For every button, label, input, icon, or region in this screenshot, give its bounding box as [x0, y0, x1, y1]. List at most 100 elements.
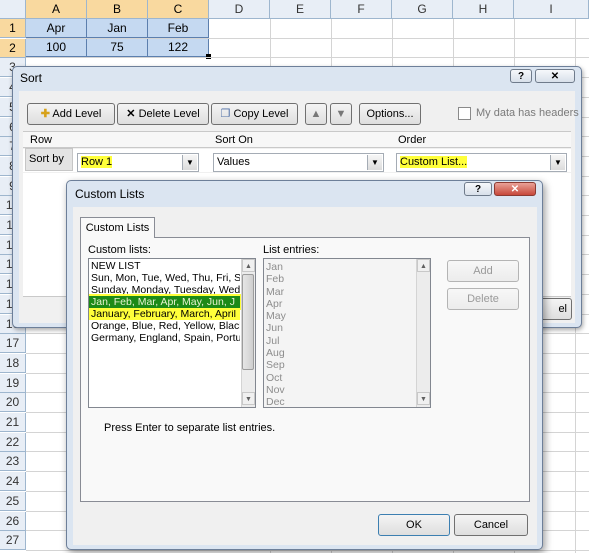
- add-button[interactable]: Add: [447, 260, 519, 282]
- custom-lists-listbox[interactable]: NEW LIST Sun, Mon, Tue, Wed, Thu, Fri, S…: [88, 258, 256, 408]
- delete-icon: ✕: [126, 108, 136, 120]
- gridline: [26, 57, 589, 59]
- row-header[interactable]: 1: [0, 19, 26, 38]
- custom-lists-scrollbar[interactable]: ▲ ▼: [241, 259, 255, 407]
- sort-on-select[interactable]: Values ▼: [213, 153, 384, 172]
- cancel-button[interactable]: Cancel: [454, 514, 528, 536]
- row-header[interactable]: 27: [0, 531, 26, 551]
- custom-lists-body: Custom Lists Custom lists: List entries:…: [73, 207, 537, 545]
- list-item-new-list[interactable]: NEW LIST: [89, 260, 240, 272]
- scrollbar-thumb[interactable]: [242, 274, 254, 370]
- custom-lists-help-button[interactable]: ?: [464, 182, 492, 196]
- chevron-down-icon: ▼: [182, 155, 197, 170]
- sort-close-button[interactable]: ✕: [535, 69, 575, 83]
- options-button[interactable]: Options...: [359, 103, 421, 125]
- delete-level-button[interactable]: ✕ Delete Level: [117, 103, 209, 125]
- list-entry: Oct: [266, 371, 283, 384]
- list-entry: Mar: [266, 285, 285, 298]
- custom-lists-title: Custom Lists: [75, 187, 145, 201]
- arrow-up-icon: ▲: [310, 108, 322, 120]
- scroll-up-icon[interactable]: ▲: [242, 259, 255, 272]
- list-item[interactable]: Orange, Blue, Red, Yellow, Black: [89, 320, 240, 332]
- cell-c2[interactable]: 122: [148, 38, 209, 57]
- row-header[interactable]: 22: [0, 432, 26, 452]
- row-header[interactable]: 17: [0, 334, 26, 354]
- row-header[interactable]: 21: [0, 413, 26, 432]
- row-header[interactable]: 18: [0, 353, 26, 373]
- cell-a1[interactable]: Apr: [26, 19, 87, 38]
- add-level-icon: ✚: [40, 108, 50, 120]
- tab-custom-lists[interactable]: Custom Lists: [80, 217, 155, 238]
- list-entries-textbox[interactable]: Jan Feb Mar Apr May Jun Jul Aug Sep Oct …: [263, 258, 431, 408]
- row-select-value: Row 1: [81, 156, 113, 168]
- column-header-h[interactable]: H: [453, 0, 514, 19]
- list-item[interactable]: Sunday, Monday, Tuesday, Wed: [89, 284, 240, 296]
- sort-columns-header: [23, 131, 571, 148]
- ok-button[interactable]: OK: [378, 514, 450, 536]
- add-level-label: Add Level: [52, 108, 102, 120]
- custom-lists-items: NEW LIST Sun, Mon, Tue, Wed, Thu, Fri, S…: [89, 260, 242, 344]
- copy-icon: ❐: [220, 108, 231, 120]
- order-value: Custom List...: [400, 156, 468, 168]
- sort-on-value: Values: [217, 156, 250, 168]
- list-item[interactable]: Sun, Mon, Tue, Wed, Thu, Fri, S: [89, 272, 240, 284]
- sort-dialog-title: Sort: [20, 71, 43, 85]
- scroll-down-icon[interactable]: ▼: [242, 392, 255, 405]
- row-header[interactable]: 25: [0, 491, 26, 511]
- sort-help-button[interactable]: ?: [510, 69, 532, 83]
- custom-lists-dialog: Custom Lists ? ✕ Custom Lists Custom lis…: [66, 180, 543, 550]
- list-item-selected[interactable]: Jan, Feb, Mar, Apr, May, Jun, J: [89, 294, 242, 310]
- arrow-down-icon: ▼: [335, 108, 347, 120]
- hint-text: Press Enter to separate list entries.: [104, 422, 276, 434]
- scroll-down-icon[interactable]: ▼: [417, 392, 430, 405]
- cell-a2[interactable]: 100: [26, 38, 87, 57]
- list-entry: Apr: [266, 297, 283, 310]
- column-header-i[interactable]: I: [514, 0, 589, 19]
- row-header[interactable]: 26: [0, 511, 26, 531]
- my-data-has-headers-checkbox[interactable]: [458, 107, 471, 120]
- column-sort-on-header: Sort On: [215, 134, 253, 146]
- list-entry: Sep: [266, 359, 285, 372]
- list-entry: Jul: [266, 334, 280, 347]
- list-entry: May: [266, 310, 286, 323]
- copy-level-button[interactable]: ❐ Copy Level: [211, 103, 298, 125]
- list-entry: Jun: [266, 322, 283, 335]
- add-level-button[interactable]: ✚ Add Level: [27, 103, 115, 125]
- list-item[interactable]: Germany, England, Spain, Portu: [89, 332, 240, 344]
- list-entries-items: Jan Feb Mar Apr May Jun Jul Aug Sep Oct …: [264, 261, 414, 407]
- list-entry: Aug: [266, 347, 285, 360]
- row-select[interactable]: Row 1 ▼: [77, 153, 199, 172]
- move-up-button[interactable]: ▲: [305, 103, 327, 125]
- column-header-b[interactable]: B: [87, 0, 148, 19]
- row-header[interactable]: 23: [0, 452, 26, 472]
- cell-c1[interactable]: Feb: [148, 19, 209, 38]
- select-all-corner[interactable]: [0, 0, 26, 19]
- chevron-down-icon: ▼: [550, 155, 565, 170]
- delete-button[interactable]: Delete: [447, 288, 519, 310]
- gridline: [26, 549, 589, 551]
- row-header[interactable]: 19: [0, 373, 26, 393]
- list-entries-label: List entries:: [263, 244, 320, 256]
- list-entries-scrollbar[interactable]: ▲ ▼: [416, 259, 430, 407]
- cell-b1[interactable]: Jan: [87, 19, 148, 38]
- row-header[interactable]: 24: [0, 472, 26, 492]
- custom-lists-label: Custom lists:: [88, 244, 151, 256]
- column-header-f[interactable]: F: [331, 0, 392, 19]
- gridline: [26, 37, 589, 39]
- column-header-g[interactable]: G: [392, 0, 453, 19]
- order-select[interactable]: Custom List... ▼: [396, 153, 567, 172]
- row-header[interactable]: 20: [0, 393, 26, 413]
- copy-level-label: Copy Level: [233, 108, 289, 120]
- column-header-d[interactable]: D: [209, 0, 270, 19]
- column-header-c[interactable]: C: [148, 0, 209, 19]
- column-row-header: Row: [30, 134, 53, 146]
- row-header[interactable]: 2: [0, 38, 26, 58]
- column-header-e[interactable]: E: [270, 0, 331, 19]
- column-header-a[interactable]: A: [26, 0, 87, 19]
- move-down-button[interactable]: ▼: [330, 103, 352, 125]
- scroll-up-icon[interactable]: ▲: [417, 259, 430, 272]
- custom-lists-close-button[interactable]: ✕: [494, 182, 536, 196]
- sort-by-label: Sort by: [25, 148, 73, 171]
- list-item[interactable]: January, February, March, April: [89, 308, 240, 320]
- cell-b2[interactable]: 75: [87, 38, 148, 57]
